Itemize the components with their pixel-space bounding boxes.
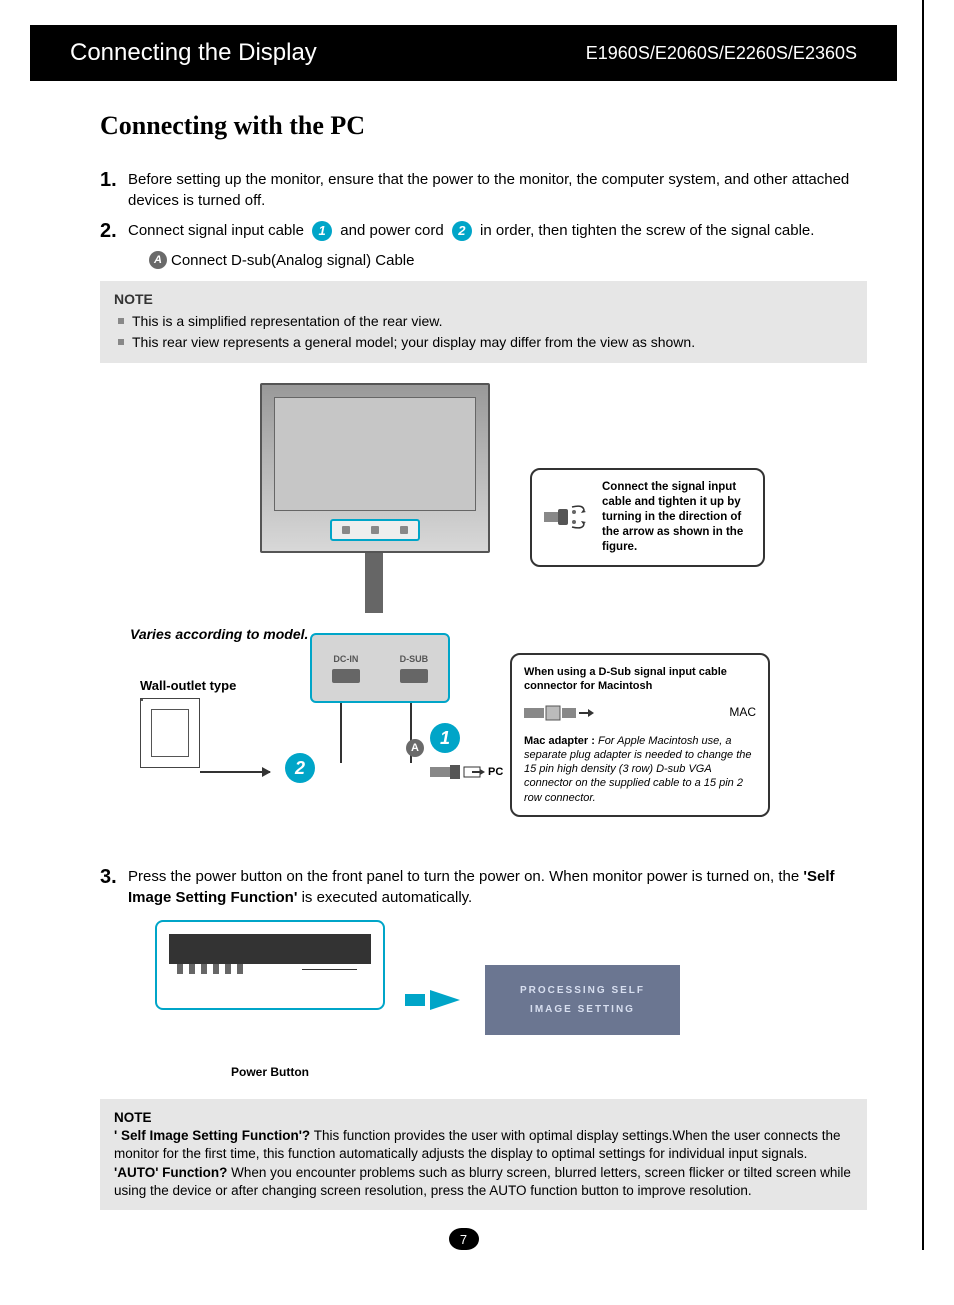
arrow-icon [405,990,465,1010]
badge-a-icon: A [149,251,167,269]
badge-a-icon: A [406,739,424,757]
header-models: E1960S/E2060S/E2260S/E2360S [586,43,857,64]
port-label: DC-IN [333,654,358,664]
note-line: This is a simplified representation of t… [114,311,853,332]
step-number: 1. [100,166,122,211]
screw-connector-icon [544,502,592,532]
power-diagram: Power Button PROCESSING SELF IMAGE SETTI… [155,920,867,1079]
step-number: 2. [100,217,122,245]
connector-icon [430,763,485,781]
callout-mac: When using a D-Sub signal input cable co… [510,653,770,817]
mac-adapter-icon [524,702,594,724]
text-part: Press the power button on the front pane… [128,868,803,885]
note-text: This rear view represents a general mode… [132,332,695,353]
note-text: This is a simplified representation of t… [132,311,442,332]
note-box-2: NOTE ' Self Image Setting Function'? Thi… [100,1099,867,1210]
sub-step-a: A Connect D-sub(Analog signal) Cable [145,251,867,269]
monitor-stand [365,553,383,613]
step-1: 1. Before setting up the monitor, ensure… [100,166,867,211]
note-content: ' Self Image Setting Function'? This fun… [114,1127,853,1200]
text-part: and power cord [340,222,448,239]
badge-2-icon: 2 [285,753,315,783]
step-text: Press the power button on the front pane… [128,863,867,908]
text-part: is executed automatically. [302,889,473,906]
monitor-icon [260,383,490,553]
port-dsub: D-SUB [400,654,429,683]
mac-label: MAC [729,705,756,721]
header-bar: Connecting the Display E1960S/E2060S/E22… [30,25,897,81]
callout-tighten: Connect the signal input cable and tight… [530,468,765,567]
monitor-ports-highlight [330,519,420,541]
pc-label: PC [488,766,503,778]
section-title: Connecting with the PC [100,111,867,141]
wall-outlet-icon [140,698,200,768]
note-title: NOTE [114,291,853,307]
page-number: 7 [449,1228,479,1250]
step-3: 3. Press the power button on the front p… [100,863,867,908]
badge-2-icon: 2 [452,221,472,241]
power-button-panel: Power Button [155,920,385,1079]
text-part: in order, then tighten the screw of the … [480,222,814,239]
arrow-icon [262,767,271,777]
callout-text: Connect the signal input cable and tight… [602,480,751,555]
power-button-label: Power Button [231,1065,309,1079]
text-part: Connect signal input cable [128,222,308,239]
label-wall-outlet: Wall-outlet type [140,678,236,693]
osd-message: PROCESSING SELF IMAGE SETTING [485,965,680,1035]
step-number: 3. [100,863,122,908]
port-dcin: DC-IN [332,654,360,683]
note-question: 'AUTO' Function? [114,1165,227,1180]
step-2: 2. Connect signal input cable 1 and powe… [100,217,867,245]
label-varies: Varies according to model. [130,626,308,642]
page: Connecting the Display E1960S/E2060S/E22… [30,0,924,1250]
sub-step-text: Connect D-sub(Analog signal) Cable [171,252,414,269]
page-number-wrap: 7 [30,1228,897,1250]
badge-1-icon: 1 [430,723,460,753]
adapter-label: Mac adapter : [524,735,598,747]
mac-adapter-desc: Mac adapter : For Apple Macintosh use, a… [524,734,756,805]
step-text: Before setting up the monitor, ensure th… [128,166,867,211]
port-panel: DC-IN D-SUB [310,633,450,703]
connection-diagram: Varies according to model. DC-IN D-SUB W… [100,383,867,853]
note-title: NOTE [114,1109,853,1127]
note-box-1: NOTE This is a simplified representation… [100,281,867,363]
monitor-screen [274,397,476,511]
step-text: Connect signal input cable 1 and power c… [128,217,867,245]
mac-adapter-row: MAC [524,702,756,724]
osd-line1: PROCESSING SELF [520,985,645,996]
header-title: Connecting the Display [70,39,317,67]
callout-heading: When using a D-Sub signal input cable co… [524,665,756,694]
osd-line2: IMAGE SETTING [530,1004,635,1015]
cable-line [340,703,342,763]
front-panel-icon [155,920,385,1010]
cable-line [200,771,270,773]
note-line: This rear view represents a general mode… [114,332,853,353]
badge-1-icon: 1 [312,221,332,241]
port-label: D-SUB [400,654,429,664]
content: Connecting with the PC 1. Before setting… [30,111,897,1210]
note-question: ' Self Image Setting Function'? [114,1128,310,1143]
